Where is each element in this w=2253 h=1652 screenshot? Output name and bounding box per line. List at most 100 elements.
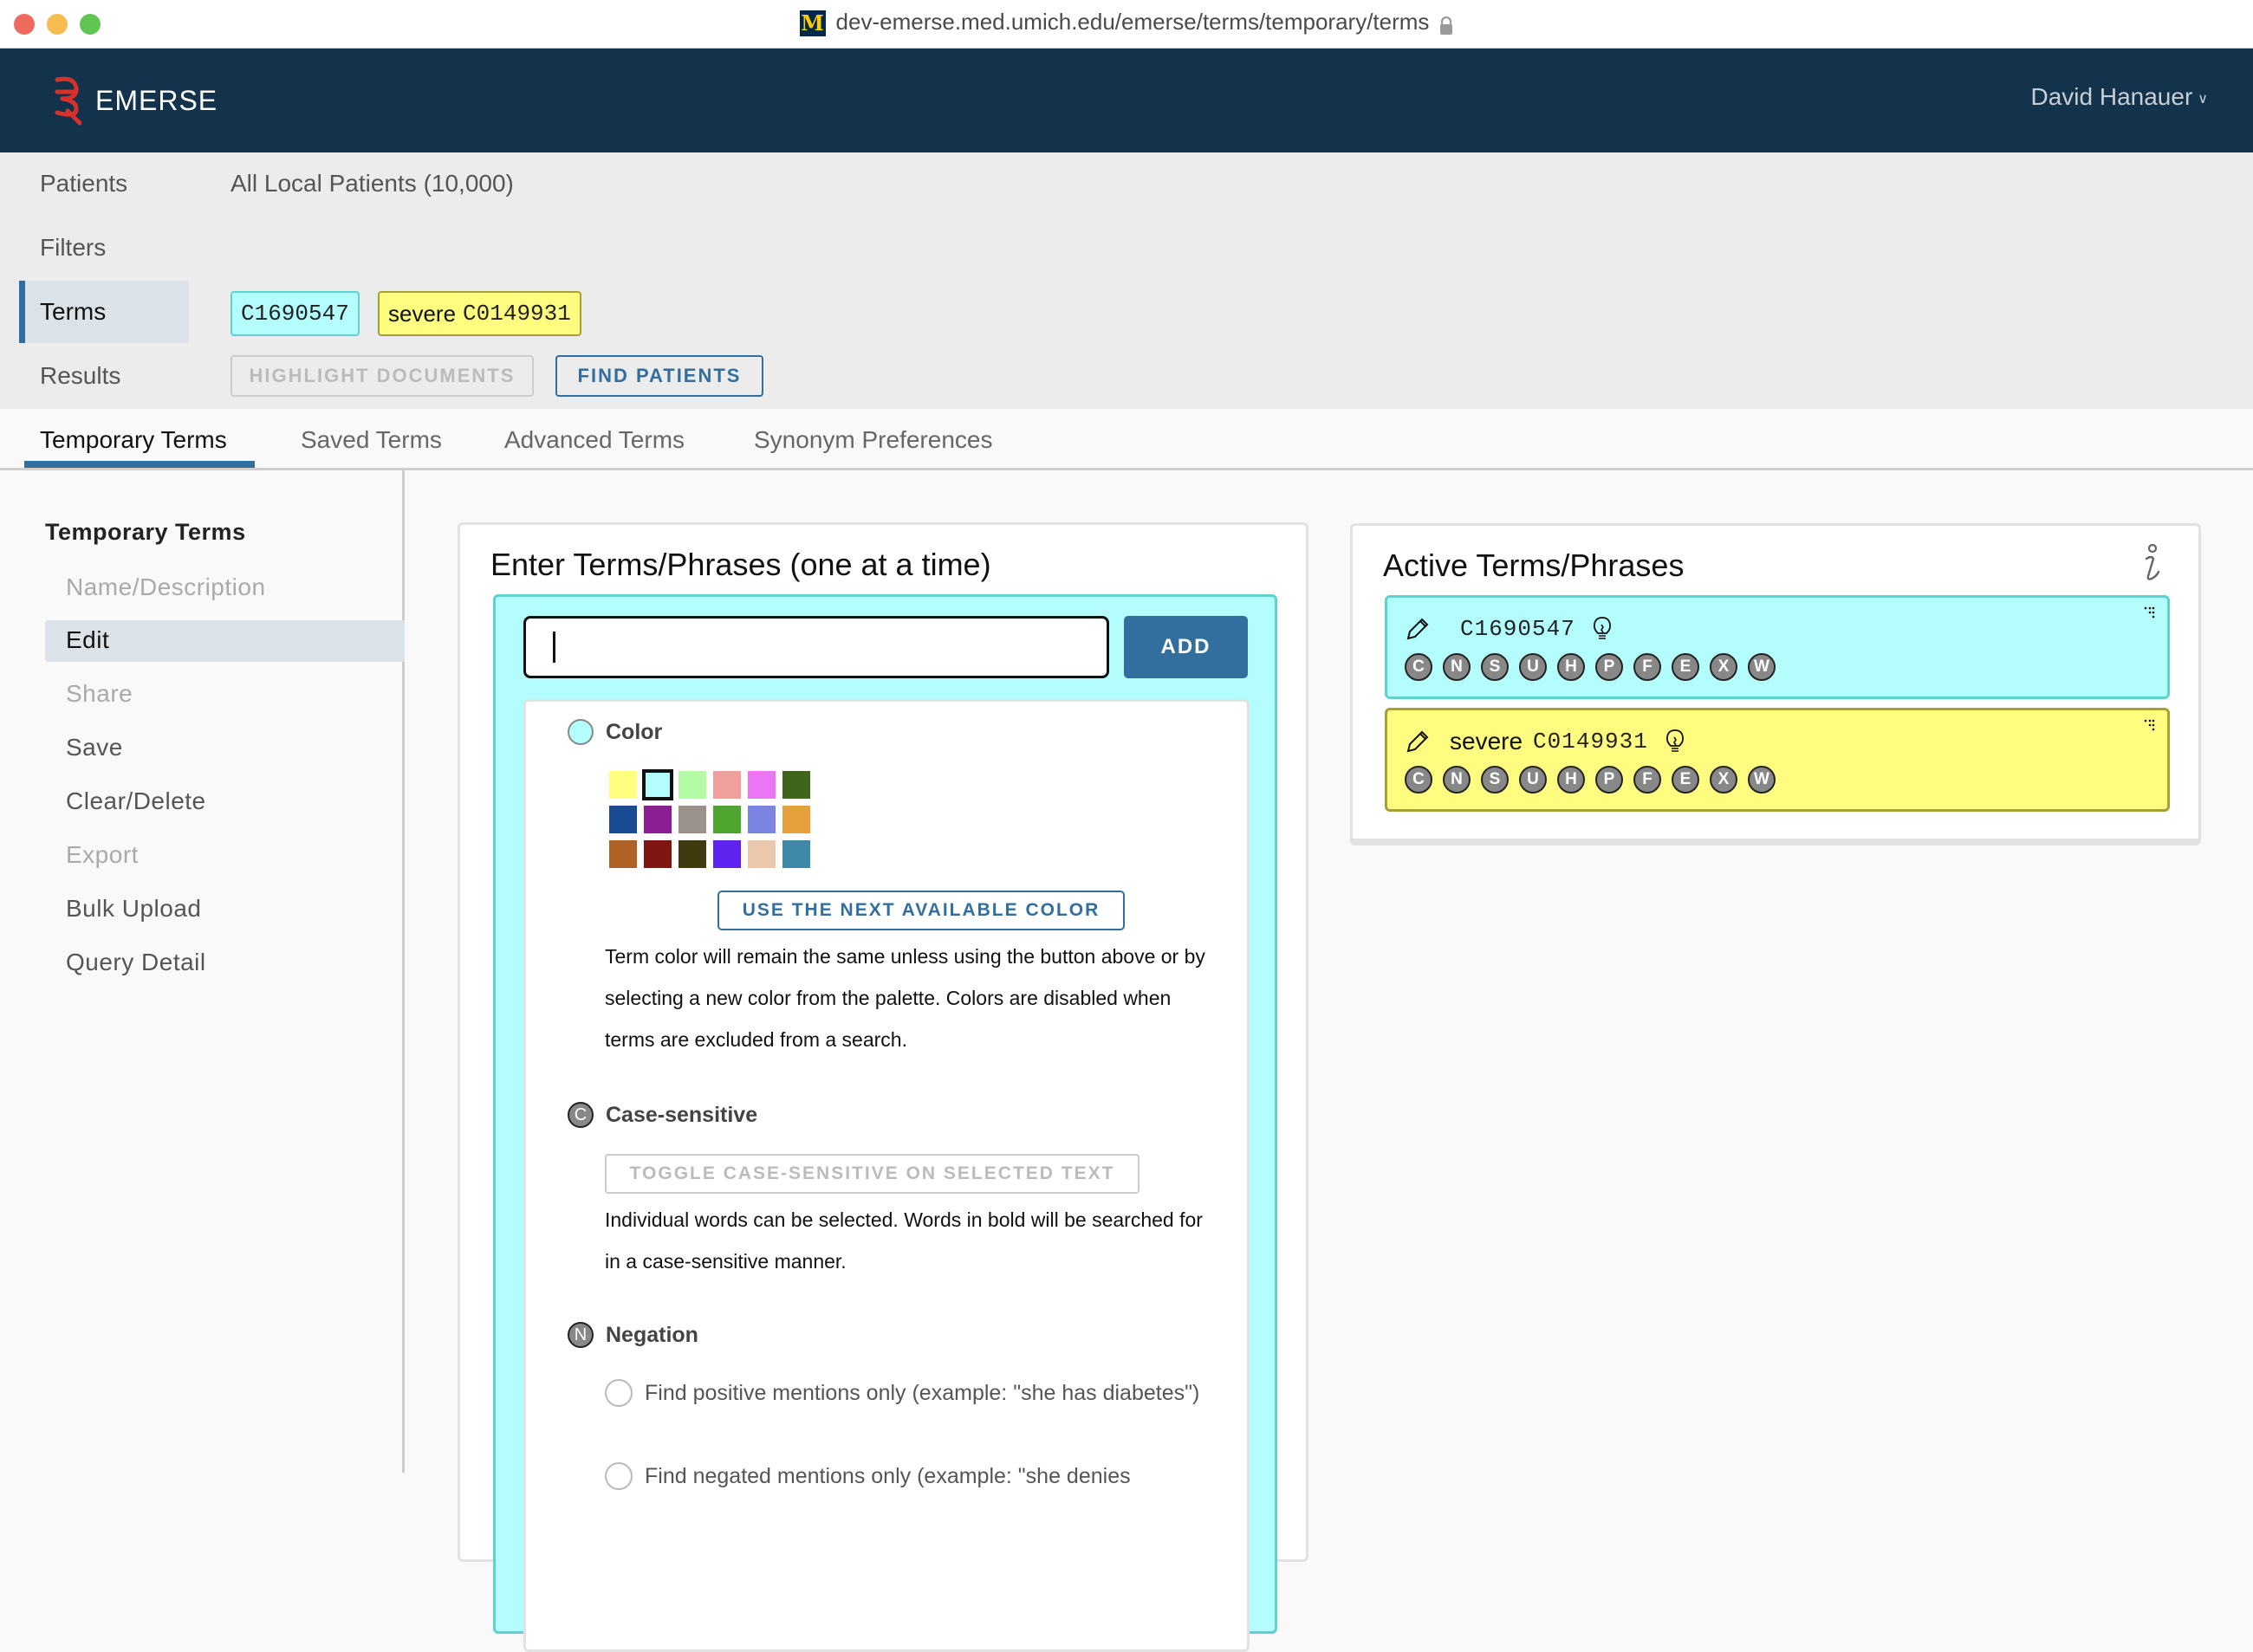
emerse-logo[interactable]: EMERSE bbox=[50, 73, 218, 128]
patients-link[interactable]: Patients bbox=[40, 170, 127, 198]
term-flag-h[interactable]: H bbox=[1557, 766, 1585, 794]
drag-handle-icon[interactable] bbox=[2143, 606, 2157, 620]
term-flag-f[interactable]: F bbox=[1633, 653, 1661, 681]
tab-saved-terms[interactable]: Saved Terms bbox=[301, 426, 442, 454]
color-swatch[interactable] bbox=[782, 771, 810, 799]
lightbulb-icon[interactable] bbox=[1665, 729, 1685, 755]
negation-badge-icon: N bbox=[568, 1322, 594, 1348]
color-swatch[interactable] bbox=[609, 771, 637, 799]
color-swatch[interactable] bbox=[713, 806, 741, 833]
enter-terms-title: Enter Terms/Phrases (one at a time) bbox=[490, 547, 991, 582]
radio-button[interactable] bbox=[605, 1462, 633, 1490]
color-palette bbox=[609, 769, 810, 868]
toggle-case-sensitive-button[interactable]: TOGGLE CASE-SENSITIVE ON SELECTED TEXT bbox=[605, 1154, 1139, 1194]
case-sensitive-label: Case-sensitive bbox=[606, 1102, 758, 1127]
term-flag-e[interactable]: E bbox=[1672, 653, 1699, 681]
case-sensitive-header: C Case-sensitive bbox=[568, 1102, 757, 1128]
color-swatch[interactable] bbox=[713, 840, 741, 868]
negation-option-negated[interactable]: Find negated mentions only (example: "sh… bbox=[605, 1455, 1211, 1497]
tab-advanced-terms[interactable]: Advanced Terms bbox=[504, 426, 685, 454]
terms-link[interactable]: Terms bbox=[40, 298, 106, 326]
term-input[interactable] bbox=[523, 616, 1109, 678]
term-flag-w[interactable]: W bbox=[1748, 766, 1776, 794]
add-term-button[interactable]: ADD bbox=[1124, 616, 1248, 678]
color-swatch[interactable] bbox=[713, 771, 741, 799]
info-icon[interactable] bbox=[2138, 543, 2164, 583]
term-flag-u[interactable]: U bbox=[1519, 766, 1547, 794]
color-option-header: Color bbox=[568, 719, 662, 745]
lightbulb-icon[interactable] bbox=[1593, 616, 1612, 642]
negation-option-positive[interactable]: Find positive mentions only (example: "s… bbox=[605, 1372, 1211, 1414]
term-flag-x[interactable]: X bbox=[1710, 653, 1737, 681]
sidebar-item-query-detail[interactable]: Query Detail bbox=[45, 943, 405, 984]
edit-pencil-icon[interactable] bbox=[1405, 729, 1431, 755]
text-cursor bbox=[553, 632, 555, 663]
sidebar-item-name-description[interactable]: Name/Description bbox=[45, 567, 405, 609]
next-available-color-button[interactable]: USE THE NEXT AVAILABLE COLOR bbox=[717, 891, 1125, 930]
tab-synonym-preferences[interactable]: Synonym Preferences bbox=[754, 426, 992, 454]
term-code: C1690547 bbox=[1460, 616, 1575, 642]
query-summary: Patients All Local Patients (10,000) Fil… bbox=[0, 152, 2253, 409]
address-bar[interactable]: Mdev-emerse.med.umich.edu/emerse/terms/t… bbox=[0, 9, 2253, 37]
color-swatch[interactable] bbox=[748, 806, 776, 833]
term-entry-box: ADD Color USE THE NEXT AVAILABLE COLOR T… bbox=[493, 594, 1277, 1652]
umich-favicon-icon: M bbox=[799, 10, 826, 37]
color-swatch[interactable] bbox=[782, 840, 810, 868]
term-flag-f[interactable]: F bbox=[1633, 766, 1661, 794]
tab-temporary-terms[interactable]: Temporary Terms bbox=[40, 426, 227, 454]
color-help-text: Term color will remain the same unless u… bbox=[605, 945, 1205, 1051]
term-chip[interactable]: severe C0149931 bbox=[378, 291, 581, 336]
active-term-card[interactable]: C1690547 CNSUHPFEXW bbox=[1385, 595, 2170, 699]
color-swatch[interactable] bbox=[748, 840, 776, 868]
emerse-logo-icon bbox=[55, 76, 82, 126]
sidebar-item-save[interactable]: Save bbox=[45, 728, 405, 769]
term-flag-c[interactable]: C bbox=[1405, 653, 1432, 681]
term-flag-n[interactable]: N bbox=[1443, 766, 1471, 794]
case-help-text: Individual words can be selected. Words … bbox=[605, 1208, 1203, 1273]
term-flag-s[interactable]: S bbox=[1481, 653, 1509, 681]
color-swatch[interactable] bbox=[609, 840, 637, 868]
term-flag-p[interactable]: P bbox=[1595, 653, 1623, 681]
term-flag-c[interactable]: C bbox=[1405, 766, 1432, 794]
color-swatch[interactable] bbox=[782, 806, 810, 833]
term-flag-p[interactable]: P bbox=[1595, 766, 1623, 794]
term-flag-s[interactable]: S bbox=[1481, 766, 1509, 794]
sidebar-item-export[interactable]: Export bbox=[45, 835, 405, 877]
highlight-documents-button[interactable]: HIGHLIGHT DOCUMENTS bbox=[230, 355, 534, 397]
term-chip[interactable]: C1690547 bbox=[230, 291, 360, 336]
term-flag-e[interactable]: E bbox=[1672, 766, 1699, 794]
case-sensitive-badge-icon: C bbox=[568, 1102, 594, 1128]
color-swatch[interactable] bbox=[644, 806, 672, 833]
color-swatch[interactable] bbox=[642, 769, 673, 800]
color-swatch[interactable] bbox=[609, 806, 637, 833]
color-swatch[interactable] bbox=[678, 771, 706, 799]
active-tab-indicator bbox=[24, 461, 255, 468]
color-swatch[interactable] bbox=[644, 840, 672, 868]
color-swatch[interactable] bbox=[678, 806, 706, 833]
edit-pencil-icon[interactable] bbox=[1405, 616, 1431, 642]
sidebar-item-share[interactable]: Share bbox=[45, 674, 405, 716]
results-link[interactable]: Results bbox=[40, 362, 120, 390]
term-flag-n[interactable]: N bbox=[1443, 653, 1471, 681]
radio-button[interactable] bbox=[605, 1379, 633, 1407]
negation-option-label: Find positive mentions only (example: "s… bbox=[645, 1381, 1200, 1405]
user-menu[interactable]: David Hanauer ∨ bbox=[2031, 83, 2209, 111]
sidebar-item-edit[interactable]: Edit bbox=[45, 620, 405, 662]
patients-value[interactable]: All Local Patients (10,000) bbox=[230, 170, 514, 198]
sidebar-item-clear-delete[interactable]: Clear/Delete bbox=[45, 781, 405, 823]
sidebar-item-bulk-upload[interactable]: Bulk Upload bbox=[45, 889, 405, 930]
term-flag-u[interactable]: U bbox=[1519, 653, 1547, 681]
drag-handle-icon[interactable] bbox=[2143, 719, 2157, 733]
negation-label: Negation bbox=[606, 1322, 698, 1347]
term-flag-w[interactable]: W bbox=[1748, 653, 1776, 681]
filters-link[interactable]: Filters bbox=[40, 234, 106, 262]
term-flags: CNSUHPFEXW bbox=[1405, 653, 1776, 681]
negation-header: N Negation bbox=[568, 1322, 698, 1348]
find-patients-button[interactable]: FIND PATIENTS bbox=[555, 355, 763, 397]
term-flag-h[interactable]: H bbox=[1557, 653, 1585, 681]
color-swatch[interactable] bbox=[678, 840, 706, 868]
active-term-card[interactable]: severe C0149931 CNSUHPFEXW bbox=[1385, 708, 2170, 812]
color-swatch[interactable] bbox=[748, 771, 776, 799]
term-chip-code: C0149931 bbox=[463, 301, 571, 327]
term-flag-x[interactable]: X bbox=[1710, 766, 1737, 794]
